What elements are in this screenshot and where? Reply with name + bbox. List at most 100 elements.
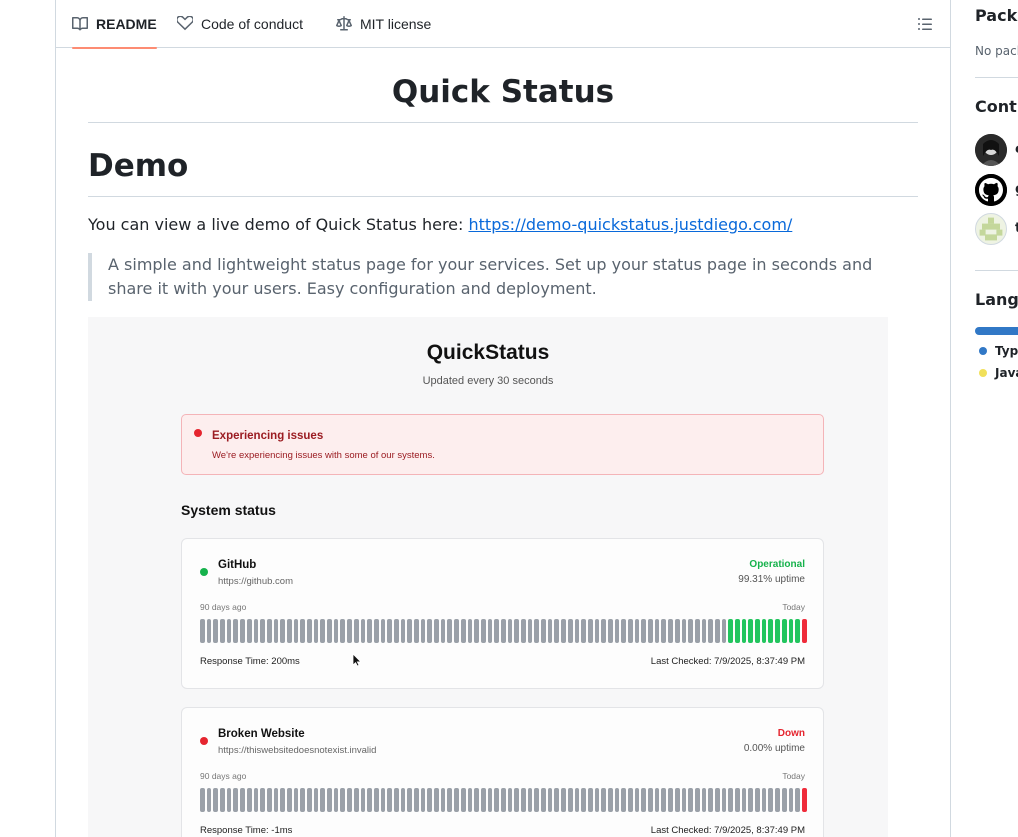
uptime-bar[interactable] [594,619,600,643]
uptime-bar[interactable] [494,619,499,643]
uptime-bar[interactable] [360,619,366,643]
uptime-bar[interactable] [701,788,707,812]
uptime-bar[interactable] [347,619,352,643]
uptime-bar[interactable] [681,788,687,812]
uptime-bar[interactable] [400,619,406,643]
packages-heading[interactable]: Packa [975,6,1018,25]
uptime-bar[interactable] [293,788,299,812]
uptime-bar[interactable] [200,788,205,812]
uptime-bar[interactable] [407,788,412,812]
uptime-bar[interactable] [735,788,740,812]
uptime-bar[interactable] [661,619,667,643]
uptime-bar[interactable] [748,619,754,643]
uptime-bar[interactable] [434,619,439,643]
uptime-bar[interactable] [708,619,713,643]
uptime-bar[interactable] [500,619,506,643]
uptime-bar[interactable] [213,788,219,812]
uptime-bar[interactable] [547,619,553,643]
uptime-bar[interactable] [367,788,372,812]
uptime-bar[interactable] [634,788,640,812]
uptime-bar[interactable] [601,619,606,643]
uptime-bar[interactable] [200,619,205,643]
uptime-bar[interactable] [574,788,580,812]
uptime-bar[interactable] [674,788,680,812]
uptime-bar[interactable] [266,619,272,643]
uptime-bar[interactable] [534,619,540,643]
uptime-bar[interactable] [527,788,533,812]
uptime-bar[interactable] [220,788,225,812]
uptime-bar[interactable] [487,619,493,643]
uptime-bar[interactable] [273,619,279,643]
uptime-bar[interactable] [333,619,339,643]
uptime-bar[interactable] [467,619,473,643]
uptime-bar[interactable] [741,788,747,812]
uptime-bar[interactable] [728,619,733,643]
uptime-bar[interactable] [380,788,386,812]
uptime-bar[interactable] [206,788,212,812]
uptime-bar[interactable] [567,619,573,643]
uptime-bar[interactable] [614,619,620,643]
uptime-bar[interactable] [628,788,633,812]
uptime-bar[interactable] [694,619,700,643]
identicon-avatar-icon[interactable] [975,213,1007,245]
uptime-bar[interactable] [447,788,453,812]
table-of-contents-button[interactable] [917,16,933,32]
uptime-bar[interactable] [494,788,499,812]
uptime-bar[interactable] [741,619,747,643]
uptime-bar[interactable] [541,619,546,643]
uptime-bar[interactable] [514,788,519,812]
github-octocat-icon[interactable] [975,174,1007,206]
uptime-bar[interactable] [554,788,560,812]
uptime-bar[interactable] [561,788,566,812]
uptime-bar[interactable] [507,788,513,812]
uptime-bar[interactable] [280,619,285,643]
uptime-bar[interactable] [246,619,252,643]
uptime-bar[interactable] [607,619,613,643]
uptime-bar[interactable] [387,788,392,812]
uptime-bar[interactable] [454,619,459,643]
tab-readme[interactable]: README [72,0,157,49]
uptime-bar[interactable] [761,788,767,812]
uptime-bar[interactable] [393,788,399,812]
uptime-bar[interactable] [300,619,305,643]
uptime-bar[interactable] [668,619,673,643]
uptime-bar[interactable] [313,788,319,812]
uptime-bar[interactable] [721,619,727,643]
uptime-bar[interactable] [755,788,760,812]
uptime-bar[interactable] [226,788,232,812]
uptime-bar[interactable] [674,619,680,643]
language-item[interactable]: Java [979,366,1018,380]
tab-mit-license[interactable]: MIT license [336,0,431,48]
uptime-bar[interactable] [607,788,613,812]
uptime-bar[interactable] [601,788,606,812]
uptime-bar[interactable] [280,788,285,812]
uptime-bar[interactable] [614,788,620,812]
uptime-bar[interactable] [240,788,245,812]
uptime-bar[interactable] [246,788,252,812]
uptime-bar[interactable] [454,788,459,812]
uptime-bar[interactable] [307,619,312,643]
uptime-bar[interactable] [480,619,486,643]
uptime-bar[interactable] [327,619,332,643]
uptime-bar[interactable] [567,788,573,812]
uptime-bar[interactable] [220,619,225,643]
uptime-bar[interactable] [768,619,774,643]
uptime-bar[interactable] [266,788,272,812]
uptime-bar[interactable] [781,788,787,812]
uptime-bar[interactable] [434,788,439,812]
uptime-bar[interactable] [340,619,346,643]
uptime-bar[interactable] [447,619,453,643]
uptime-bar[interactable] [541,788,546,812]
uptime-bar[interactable] [206,619,212,643]
uptime-bar[interactable] [735,619,740,643]
uptime-bar[interactable] [634,619,640,643]
uptime-bar[interactable] [801,788,807,812]
uptime-bar[interactable] [795,788,800,812]
uptime-bar[interactable] [373,788,379,812]
uptime-bar[interactable] [233,619,239,643]
uptime-bar[interactable] [260,619,265,643]
uptime-bar[interactable] [360,788,366,812]
uptime-bar[interactable] [688,619,693,643]
uptime-bar[interactable] [500,788,506,812]
uptime-bar[interactable] [293,619,299,643]
